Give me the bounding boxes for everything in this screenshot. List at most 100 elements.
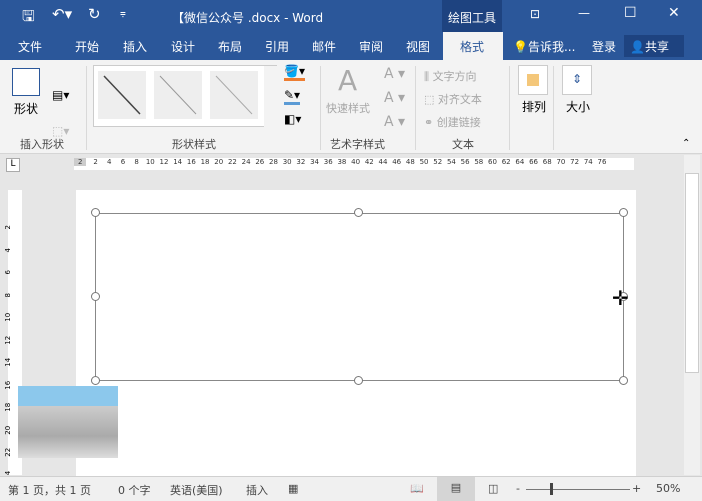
ribbon: 形状 ⬚▾ ▤▾ 插入形状 🪣▾ ✎▾ ◧▾ 形状样式 A 快速样式 A ▾ A… — [0, 60, 702, 154]
move-cursor-icon: ✛ — [612, 286, 629, 310]
text-fill-icon[interactable]: A ▾ — [384, 66, 405, 82]
ruler-tick: 42 — [364, 158, 374, 166]
horizontal-ruler[interactable]: 2 2 4 6 8 10 12 14 16 18 20 22 24 26 28 30 32 34 36 38 40 42… — [74, 158, 634, 170]
insert-mode[interactable]: 插入 — [246, 482, 268, 498]
ruler-tick: 14 — [173, 158, 183, 166]
ruler-tick: 56 — [460, 158, 470, 166]
shape-outline-icon[interactable]: ✎▾ — [284, 88, 301, 105]
share-label: 共享 — [644, 40, 669, 54]
ribbon-display-icon[interactable]: ⊡ — [530, 7, 540, 21]
tab-file[interactable]: 文件 — [18, 38, 42, 55]
ruler-tick: 52 — [433, 158, 443, 166]
ruler-tick: 12 — [159, 158, 169, 166]
ruler-tick: 36 — [323, 158, 333, 166]
ruler-tick: 2 — [93, 158, 98, 166]
resize-handle[interactable] — [91, 376, 100, 385]
resize-handle[interactable] — [354, 208, 363, 217]
ruler-tick: 46 — [392, 158, 402, 166]
close-icon[interactable]: ✕ — [668, 5, 680, 21]
resize-handle[interactable] — [354, 376, 363, 385]
shapes-icon — [12, 68, 40, 96]
shape-effects-icon[interactable]: ◧▾ — [284, 112, 301, 126]
zoom-slider[interactable] — [526, 489, 630, 490]
undo-icon[interactable]: ↶▾ — [52, 5, 72, 23]
ruler-tick: 50 — [419, 158, 429, 166]
redo-icon[interactable]: ↻ — [88, 5, 101, 23]
macro-icon[interactable]: ▦ — [288, 482, 298, 495]
group-shape-styles: 形状样式 — [172, 138, 216, 151]
tab-references[interactable]: 引用 — [265, 38, 289, 55]
tell-me-input[interactable]: 💡告诉我... — [513, 38, 575, 55]
vertical-scrollbar[interactable] — [684, 155, 700, 475]
text-box-icon[interactable]: ▤▾ — [52, 88, 69, 102]
tab-format[interactable]: 格式 — [443, 32, 503, 60]
vruler-tick: 4 — [3, 247, 12, 252]
text-direction-button[interactable]: ⫼ 文字方向 — [424, 68, 477, 84]
quick-styles-button[interactable]: 快速样式 — [326, 100, 370, 116]
resize-handle[interactable] — [619, 208, 628, 217]
tab-layout[interactable]: 布局 — [218, 38, 242, 55]
zoom-in-button[interactable]: + — [632, 482, 641, 495]
zoom-level[interactable]: 50% — [656, 482, 680, 495]
shape-fill-icon[interactable]: 🪣▾ — [284, 64, 305, 81]
scrollbar-thumb[interactable] — [685, 173, 699, 373]
text-effects-icon[interactable]: A ▾ — [384, 114, 405, 130]
tab-review[interactable]: 审阅 — [359, 38, 383, 55]
ruler-tick: 8 — [134, 158, 139, 166]
align-text-button[interactable]: ⬚ 对齐文本 — [424, 91, 482, 107]
shapes-button[interactable]: 形状 — [14, 100, 38, 117]
blurred-region — [18, 386, 118, 458]
tab-stop-selector[interactable]: L — [6, 158, 20, 172]
minimize-icon[interactable]: — — [578, 6, 590, 20]
ruler-tick: 28 — [269, 158, 278, 166]
word-count[interactable]: 0 个字 — [118, 482, 151, 498]
page-count[interactable]: 第 1 页，共 1 页 — [8, 482, 91, 498]
print-layout-icon[interactable]: ▤ — [437, 477, 475, 501]
style-previews — [98, 66, 278, 128]
save-icon[interactable]: 🖫 — [22, 6, 35, 31]
login-link[interactable]: 登录 — [592, 38, 616, 55]
ruler-tick: 38 — [337, 158, 347, 166]
ruler-tick: 16 — [186, 158, 196, 166]
document-page[interactable]: ✛ — [76, 190, 636, 480]
shape-style-gallery[interactable] — [93, 65, 278, 128]
ruler-tick: 58 — [474, 158, 484, 166]
create-link-button[interactable]: ⚭ 创建链接 — [424, 114, 481, 130]
ruler-tick: 60 — [488, 158, 497, 166]
text-outline-icon[interactable]: A ▾ — [384, 90, 405, 106]
customize-icon[interactable]: ⩦ — [120, 8, 126, 19]
size-button[interactable]: 大小 — [566, 98, 590, 115]
language[interactable]: 英语(美国) — [170, 482, 223, 498]
ruler-tick: 24 — [241, 158, 251, 166]
resize-handle[interactable] — [91, 292, 100, 301]
ruler-tick: 4 — [107, 158, 112, 166]
zoom-slider-thumb[interactable] — [550, 483, 553, 495]
ruler-tick: 32 — [296, 158, 306, 166]
tab-home[interactable]: 开始 — [75, 38, 99, 55]
maximize-icon[interactable]: ☐ — [624, 5, 637, 21]
ruler-tick: 54 — [446, 158, 456, 166]
tab-view[interactable]: 视图 — [406, 38, 430, 55]
resize-handle[interactable] — [91, 208, 100, 217]
tab-mailings[interactable]: 邮件 — [312, 38, 336, 55]
web-layout-icon[interactable]: ◫ — [488, 482, 498, 495]
vruler-tick: 2 — [3, 225, 12, 230]
quick-styles-icon: A — [338, 64, 358, 97]
ruler-tick: 22 — [227, 158, 237, 166]
share-button[interactable]: 👤共享 — [624, 35, 684, 57]
tab-design[interactable]: 设计 — [171, 38, 195, 55]
ruler-tick: 26 — [255, 158, 265, 166]
status-bar: 第 1 页，共 1 页 0 个字 英语(美国) 插入 ▦ 📖 ▤ ◫ - + 5… — [0, 476, 702, 501]
ribbon-tabs: 文件 开始 插入 设计 布局 引用 邮件 审阅 视图 格式 💡告诉我... 登录… — [0, 32, 702, 60]
read-mode-icon[interactable]: 📖 — [410, 482, 424, 495]
ruler-tick: 40 — [351, 158, 361, 166]
arrange-button[interactable]: 排列 — [522, 98, 546, 115]
resize-handle[interactable] — [619, 376, 628, 385]
collapse-ribbon-icon[interactable]: ⌃ — [682, 138, 690, 149]
selected-shape[interactable] — [95, 213, 624, 381]
vruler-tick: 6 — [3, 270, 12, 275]
zoom-out-button[interactable]: - — [516, 482, 520, 495]
size-icon: ⇕ — [562, 65, 592, 95]
tab-insert[interactable]: 插入 — [123, 38, 147, 55]
vruler-tick: 12 — [3, 335, 12, 345]
